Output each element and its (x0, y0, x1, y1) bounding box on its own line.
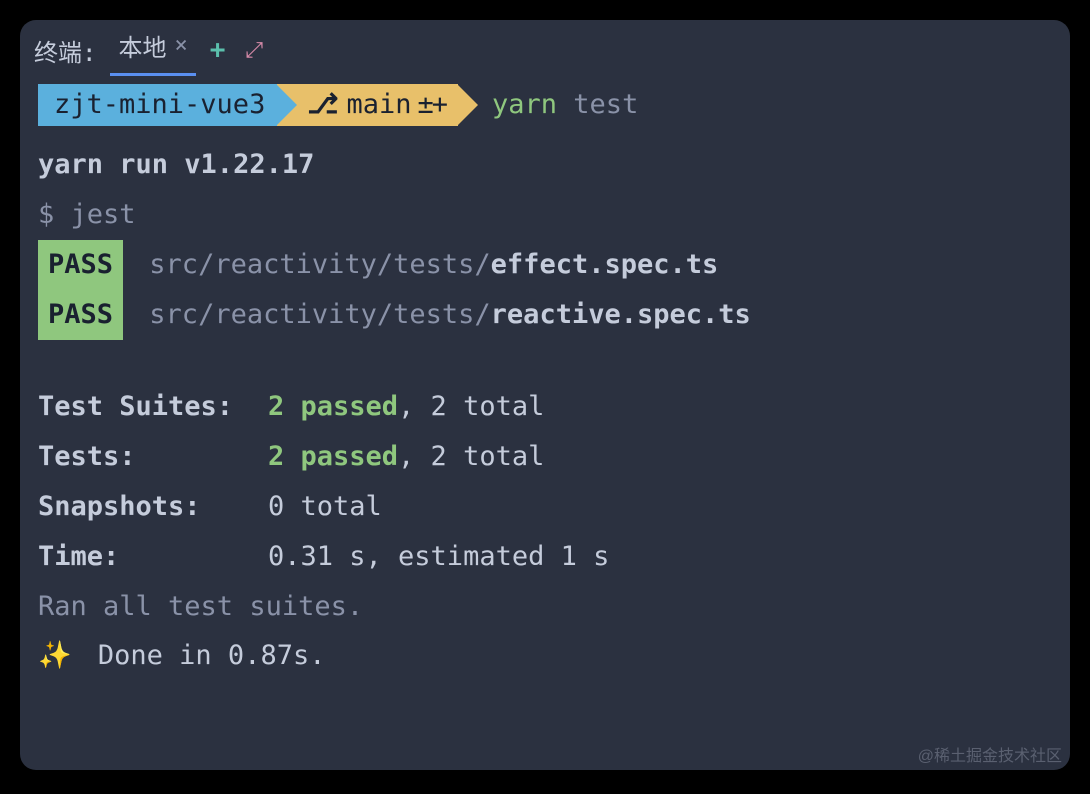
file-name: reactive.spec.ts (491, 299, 751, 330)
test-result-row: PASS src/reactivity/tests/reactive.spec.… (38, 290, 1052, 340)
done-line: ✨ Done in 0.87s. (38, 631, 1052, 681)
ran-line: Ran all test suites. (38, 582, 1052, 632)
snapshots-value: 0 total (268, 482, 382, 532)
git-branch-icon: ⎇ (307, 84, 338, 126)
total-count: , 2 total (398, 441, 544, 472)
sparkle-icon: ✨ (38, 640, 72, 671)
summary-label: Test Suites: (38, 382, 268, 432)
prompt-project: zjt-mini-vue3 (38, 84, 277, 126)
tab-active[interactable]: 本地 × (110, 24, 195, 76)
summary-snapshots: Snapshots: 0 total (38, 482, 1052, 532)
close-icon[interactable]: × (174, 33, 187, 58)
tab-bar: 终端: 本地 × + ⤢ (20, 20, 1070, 72)
passed-count: 2 passed (268, 441, 398, 472)
summary-block: Test Suites: 2 passed, 2 total Tests: 2 … (38, 382, 1052, 682)
pass-badge: PASS (38, 290, 123, 340)
file-path: src/reactivity/tests/ (149, 299, 490, 330)
tab-bar-prefix: 终端: (34, 33, 96, 68)
total-count: , 2 total (398, 391, 544, 422)
summary-tests: Tests: 2 passed, 2 total (38, 432, 1052, 482)
branch-name: main (346, 84, 411, 126)
pass-badge: PASS (38, 240, 123, 290)
prompt-line: zjt-mini-vue3 ⎇ main ±+ yarn test (38, 84, 1052, 126)
summary-label: Time: (38, 532, 268, 582)
terminal-window: 终端: 本地 × + ⤢ zjt-mini-vue3 ⎇ main ±+ yar… (20, 20, 1070, 770)
command-input: yarn test (492, 84, 638, 126)
file-path: src/reactivity/tests/ (149, 249, 490, 280)
done-text: Done in 0.87s. (98, 640, 326, 671)
summary-time: Time: 0.31 s, estimated 1 s (38, 532, 1052, 582)
summary-label: Tests: (38, 432, 268, 482)
branch-status: ±+ (417, 84, 446, 126)
command-arg: test (573, 89, 638, 120)
test-result-row: PASS src/reactivity/tests/effect.spec.ts (38, 240, 1052, 290)
add-tab-icon[interactable]: + (210, 35, 226, 65)
jest-line: $ jest (38, 190, 1052, 240)
summary-suites: Test Suites: 2 passed, 2 total (38, 382, 1052, 432)
expand-icon[interactable]: ⤢ (245, 38, 263, 63)
command-yarn: yarn (492, 89, 557, 120)
passed-count: 2 passed (268, 391, 398, 422)
tab-active-label: 本地 (118, 28, 166, 63)
file-name: effect.spec.ts (491, 249, 719, 280)
time-value: 0.31 s, estimated 1 s (268, 532, 609, 582)
prompt-branch: ⎇ main ±+ (277, 84, 458, 126)
watermark: @稀土掘金技术社区 (918, 742, 1062, 766)
terminal-body[interactable]: zjt-mini-vue3 ⎇ main ±+ yarn test yarn r… (20, 72, 1070, 693)
yarn-run-line: yarn run v1.22.17 (38, 140, 1052, 190)
summary-label: Snapshots: (38, 482, 268, 532)
